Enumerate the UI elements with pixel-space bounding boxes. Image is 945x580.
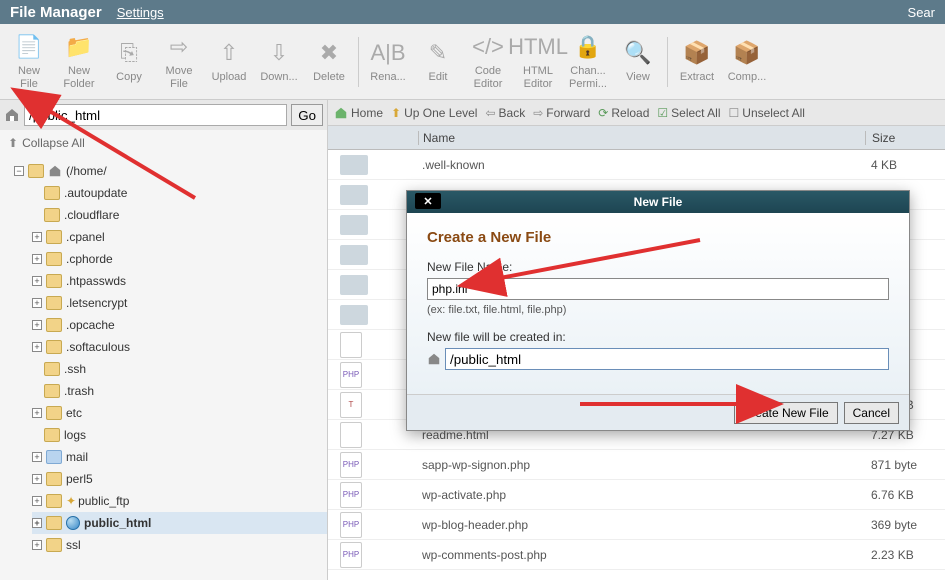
annotation-arrows: [0, 0, 945, 580]
